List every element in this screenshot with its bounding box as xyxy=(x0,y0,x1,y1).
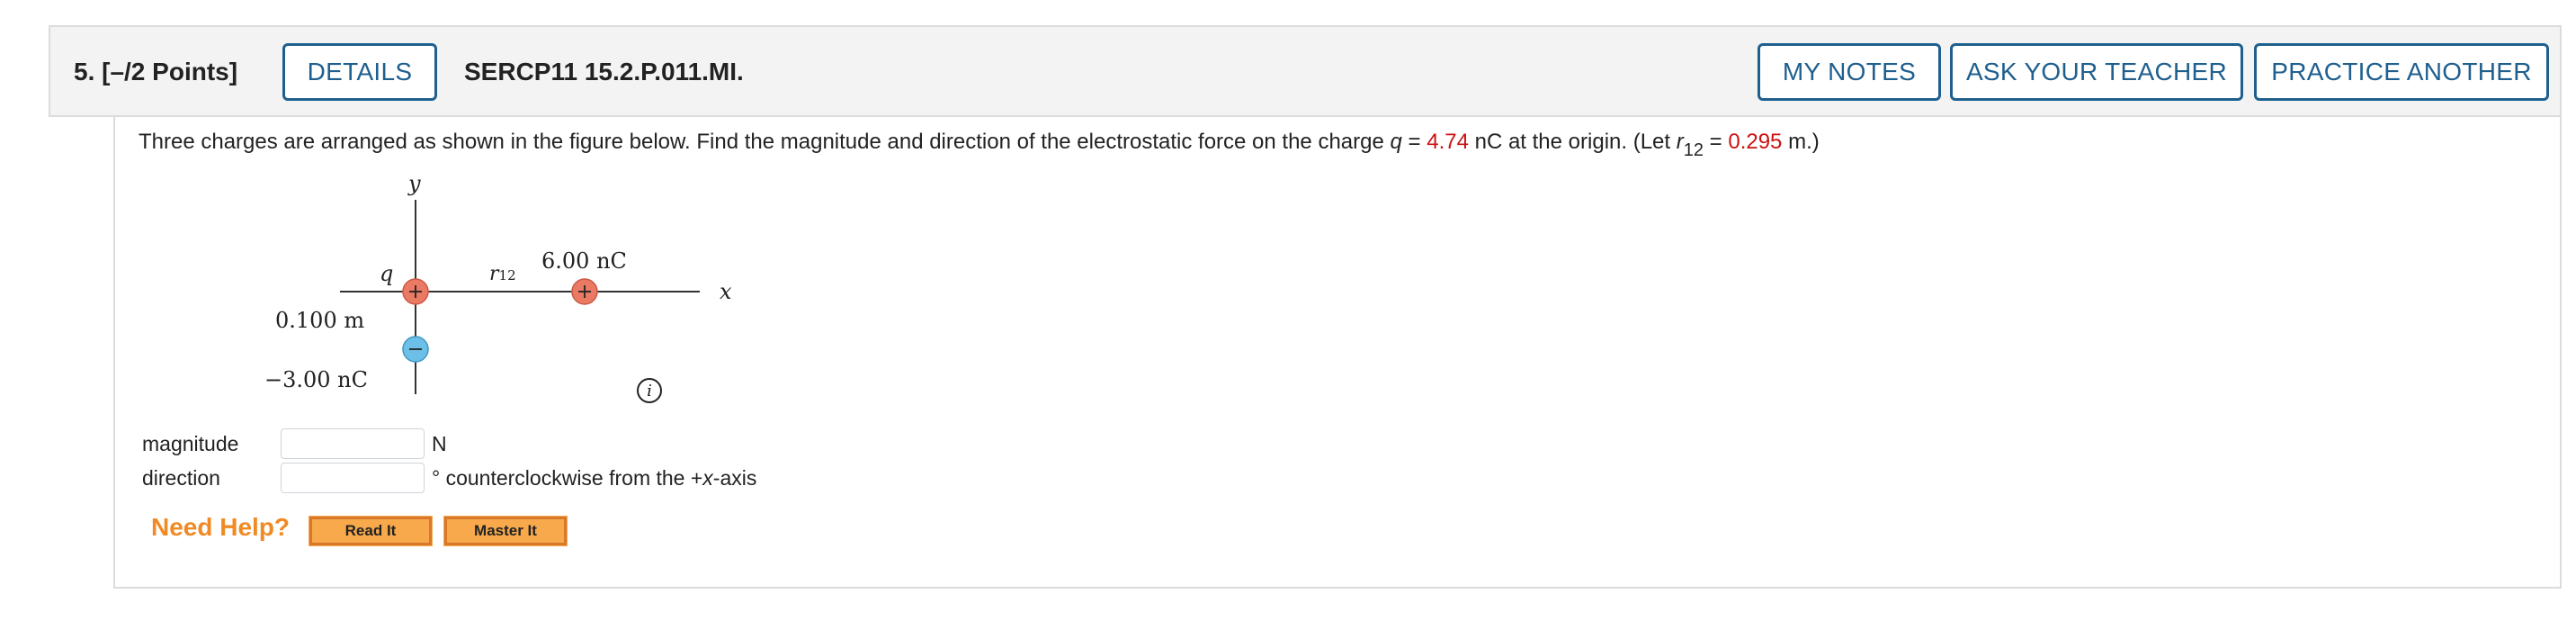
magnitude-unit: N xyxy=(432,432,447,455)
direction-label: direction xyxy=(142,466,220,490)
charge-bottom-label: −3.00 nC xyxy=(264,367,368,392)
prompt-eq-1: = xyxy=(1401,130,1427,154)
prompt-text-3: m.) xyxy=(1782,130,1820,154)
question-prompt: Three charges are arranged as shown in t… xyxy=(139,130,1820,160)
distance-label: 0.100 m xyxy=(275,308,365,333)
ask-teacher-button[interactable]: ASK YOUR TEACHER xyxy=(1950,43,2243,101)
my-notes-button[interactable]: MY NOTES xyxy=(1758,43,1941,101)
r12-label: r12 xyxy=(489,263,516,285)
q-label: q xyxy=(380,261,394,286)
prompt-q-var: q xyxy=(1390,130,1402,154)
x-axis-label: x xyxy=(720,279,732,304)
read-it-button[interactable]: Read It xyxy=(309,516,433,546)
master-it-button[interactable]: Master It xyxy=(443,516,568,546)
need-help-label: Need Help? xyxy=(151,513,291,541)
prompt-r-subscript: 12 xyxy=(1683,140,1704,160)
details-button[interactable]: DETAILS xyxy=(282,43,437,101)
question-code: SERCP11 15.2.P.011.MI. xyxy=(464,58,744,86)
prompt-text-2: nC at the origin. (Let xyxy=(1468,130,1677,154)
info-icon[interactable]: i xyxy=(637,378,662,403)
direction-input[interactable] xyxy=(281,463,425,493)
figure-diagram xyxy=(340,200,700,394)
prompt-text-1: Three charges are arranged as shown in t… xyxy=(139,130,1391,154)
given-q-value: 4.74 xyxy=(1427,130,1469,154)
direction-unit: ° counterclockwise from the +x-axis xyxy=(432,466,757,490)
magnitude-input[interactable] xyxy=(281,428,425,459)
prompt-r-var: r xyxy=(1676,130,1684,154)
magnitude-label: magnitude xyxy=(142,432,239,455)
question-body: Three charges are arranged as shown in t… xyxy=(113,117,2562,589)
charge-right-label: 6.00 nC xyxy=(541,248,627,274)
y-axis-label: y xyxy=(408,171,421,196)
question-number: 5. [–/2 Points] xyxy=(74,58,238,86)
question-header: 5. [–/2 Points] DETAILS SERCP11 15.2.P.0… xyxy=(49,25,2562,117)
practice-another-button[interactable]: PRACTICE ANOTHER xyxy=(2254,43,2549,101)
prompt-eq-2: = xyxy=(1703,130,1729,154)
given-r-value: 0.295 xyxy=(1728,130,1783,154)
